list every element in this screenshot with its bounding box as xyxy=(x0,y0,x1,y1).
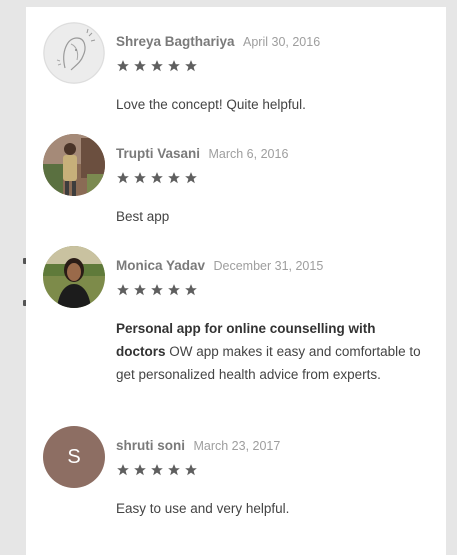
reviews-panel: Shreya Bagthariya April 30, 2016 Love th… xyxy=(26,7,446,555)
star-icon xyxy=(185,60,197,72)
review-header: Trupti Vasani March 6, 2016 xyxy=(116,145,288,163)
review-header: shruti soni March 23, 2017 xyxy=(116,437,280,455)
avatar[interactable]: S xyxy=(43,426,105,488)
star-rating xyxy=(116,171,198,185)
reviewer-name[interactable]: Monica Yadav xyxy=(116,258,205,273)
review-text: Personal app for online counselling with… xyxy=(116,317,426,386)
star-rating xyxy=(116,283,198,297)
avatar[interactable] xyxy=(43,134,105,196)
review-text: Easy to use and very helpful. xyxy=(116,497,426,520)
review-body: Best app xyxy=(116,209,170,224)
star-rating xyxy=(116,463,198,477)
review-text: Best app xyxy=(116,205,426,228)
star-icon xyxy=(117,60,129,72)
review-date: March 6, 2016 xyxy=(208,147,289,161)
star-icon xyxy=(151,284,163,296)
review-date: April 30, 2016 xyxy=(243,35,321,49)
star-icon xyxy=(117,172,129,184)
review-body: Love the concept! Quite helpful. xyxy=(116,97,306,112)
avatar[interactable] xyxy=(43,22,105,84)
review-date: March 23, 2017 xyxy=(193,439,281,453)
avatar-letter: S xyxy=(67,445,81,468)
star-icon xyxy=(134,284,146,296)
review-date: December 31, 2015 xyxy=(213,259,324,273)
review-text: Love the concept! Quite helpful. xyxy=(116,93,426,116)
star-icon xyxy=(117,464,129,476)
star-icon xyxy=(185,172,197,184)
star-icon xyxy=(134,60,146,72)
star-icon xyxy=(168,284,180,296)
reviewer-name[interactable]: Shreya Bagthariya xyxy=(116,34,235,49)
star-rating xyxy=(116,59,198,73)
reviewer-name[interactable]: Trupti Vasani xyxy=(116,146,200,161)
star-icon xyxy=(151,172,163,184)
star-icon xyxy=(185,284,197,296)
star-icon xyxy=(134,172,146,184)
star-icon xyxy=(168,172,180,184)
star-icon xyxy=(185,464,197,476)
star-icon xyxy=(168,60,180,72)
review-header: Monica Yadav December 31, 2015 xyxy=(116,257,323,275)
avatar[interactable] xyxy=(43,246,105,308)
reviewer-name[interactable]: shruti soni xyxy=(116,438,185,453)
star-icon xyxy=(151,464,163,476)
star-icon xyxy=(168,464,180,476)
star-icon xyxy=(134,464,146,476)
star-icon xyxy=(151,60,163,72)
review-body: Easy to use and very helpful. xyxy=(116,501,290,516)
review-header: Shreya Bagthariya April 30, 2016 xyxy=(116,33,320,51)
star-icon xyxy=(117,284,129,296)
